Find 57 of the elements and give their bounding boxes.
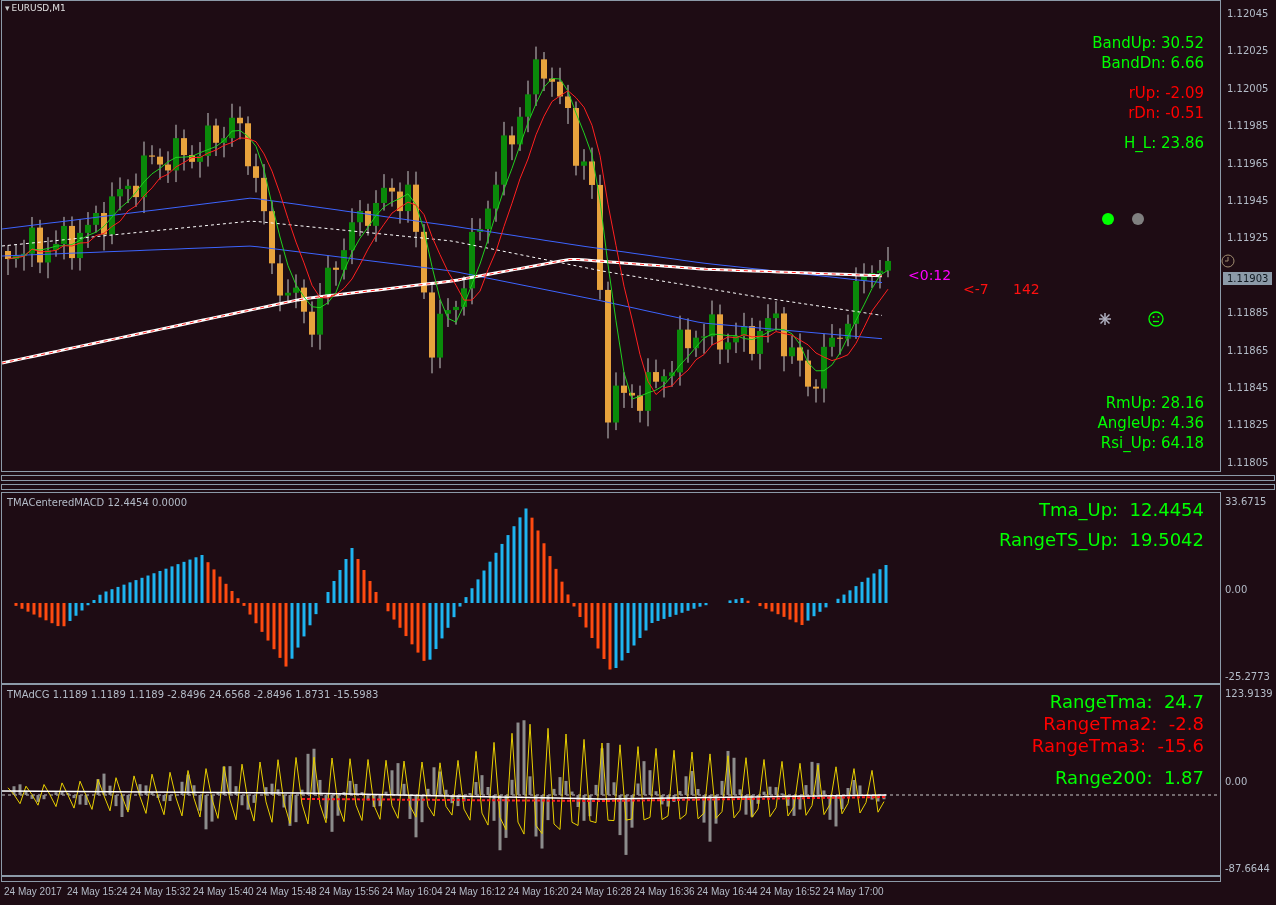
time-label: 24 May 16:20 (508, 886, 569, 897)
time-label: 24 May 15:24 (67, 886, 128, 897)
axis-label: -87.6644 (1225, 863, 1271, 874)
indicator-value: Range200: 1.87 (1055, 767, 1204, 789)
axis-label: -25.2773 (1225, 671, 1271, 682)
indicator-value: BandDn: 6.66 (1101, 53, 1204, 73)
indicator-value: Tma_Up: 12.4454 (1038, 499, 1204, 521)
axis-label: 1.12025 (1227, 44, 1269, 56)
axis-label: 123.9139 (1225, 688, 1274, 699)
spread-value: <-7 (963, 281, 989, 297)
time-label: 24 May 2017 (4, 886, 62, 897)
indicator-value: RangeTS_Up: 19.5042 (999, 529, 1204, 551)
axis-label: 1.12045 (1227, 7, 1269, 19)
time-label: 24 May 15:56 (319, 886, 380, 897)
time-label: 24 May 15:40 (193, 886, 254, 897)
time-label: 24 May 16:52 (760, 886, 821, 897)
sun-icon (1098, 312, 1112, 326)
bar-timer: <0:12 (908, 267, 952, 283)
time-label: 24 May 16:04 (382, 886, 443, 897)
time-label: 24 May 17:00 (823, 886, 884, 897)
axis-label: 33.6715 (1225, 496, 1268, 507)
time-label: 24 May 16:28 (571, 886, 632, 897)
time-label: 24 May 16:36 (634, 886, 695, 897)
axis-label: 1.11865 (1227, 344, 1269, 356)
indicator-value: rDn: -0.51 (1128, 103, 1204, 123)
axis-label: 0.00 (1225, 583, 1249, 595)
indicator-value: H_L: 23.86 (1124, 133, 1204, 153)
axis-label: 1.11825 (1227, 418, 1269, 430)
smiley-icon (1148, 311, 1164, 327)
current-price-tag: 1.11903 (1223, 272, 1273, 285)
chart-menu-toggle[interactable]: ▾ (5, 3, 10, 13)
indicator-value: RmUp: 28.16 (1105, 393, 1204, 413)
indicator-value: AngleUp: 4.36 (1097, 413, 1204, 433)
axis-label: 1.12005 (1227, 82, 1269, 94)
time-label: 24 May 16:44 (697, 886, 758, 897)
time-label: 24 May 15:48 (256, 886, 317, 897)
axis-label: 1.11805 (1227, 456, 1269, 468)
time-label: 24 May 15:32 (130, 886, 191, 897)
indicator-value: RangeTma: 24.7 (1049, 691, 1204, 713)
count-value: 142 (1013, 281, 1040, 297)
axis-label: 1.11925 (1227, 231, 1269, 243)
indicator-title: TMAdCG 1.1189 1.1189 1.1189 -2.8496 24.6568 -2.8496 1.8731 -15.5983 (7, 689, 379, 700)
indicator-value: Rsi_Up: 64.18 (1100, 433, 1204, 453)
axis-label: 1.11965 (1227, 157, 1269, 169)
indicator-value: BandUp: 30.52 (1092, 33, 1204, 53)
time-label: 24 May 16:12 (445, 886, 506, 897)
clock-icon (1221, 254, 1235, 268)
axis-label: 1.11885 (1227, 306, 1269, 318)
indicator-value: rUp: -2.09 (1128, 83, 1204, 103)
indicator-value: RangeTma3: -15.6 (1031, 735, 1204, 757)
indicator-value: RangeTma2: -2.8 (1043, 713, 1204, 735)
axis-label: 1.11845 (1227, 381, 1269, 393)
axis-label: 1.11985 (1227, 119, 1269, 131)
axis-label: 0.00 (1225, 775, 1249, 787)
axis-label: 1.11945 (1227, 194, 1269, 206)
indicator-title: TMACenteredMACD 12.4454 0.0000 (7, 497, 187, 508)
chart-title: EURUSD,M1 (11, 3, 66, 13)
